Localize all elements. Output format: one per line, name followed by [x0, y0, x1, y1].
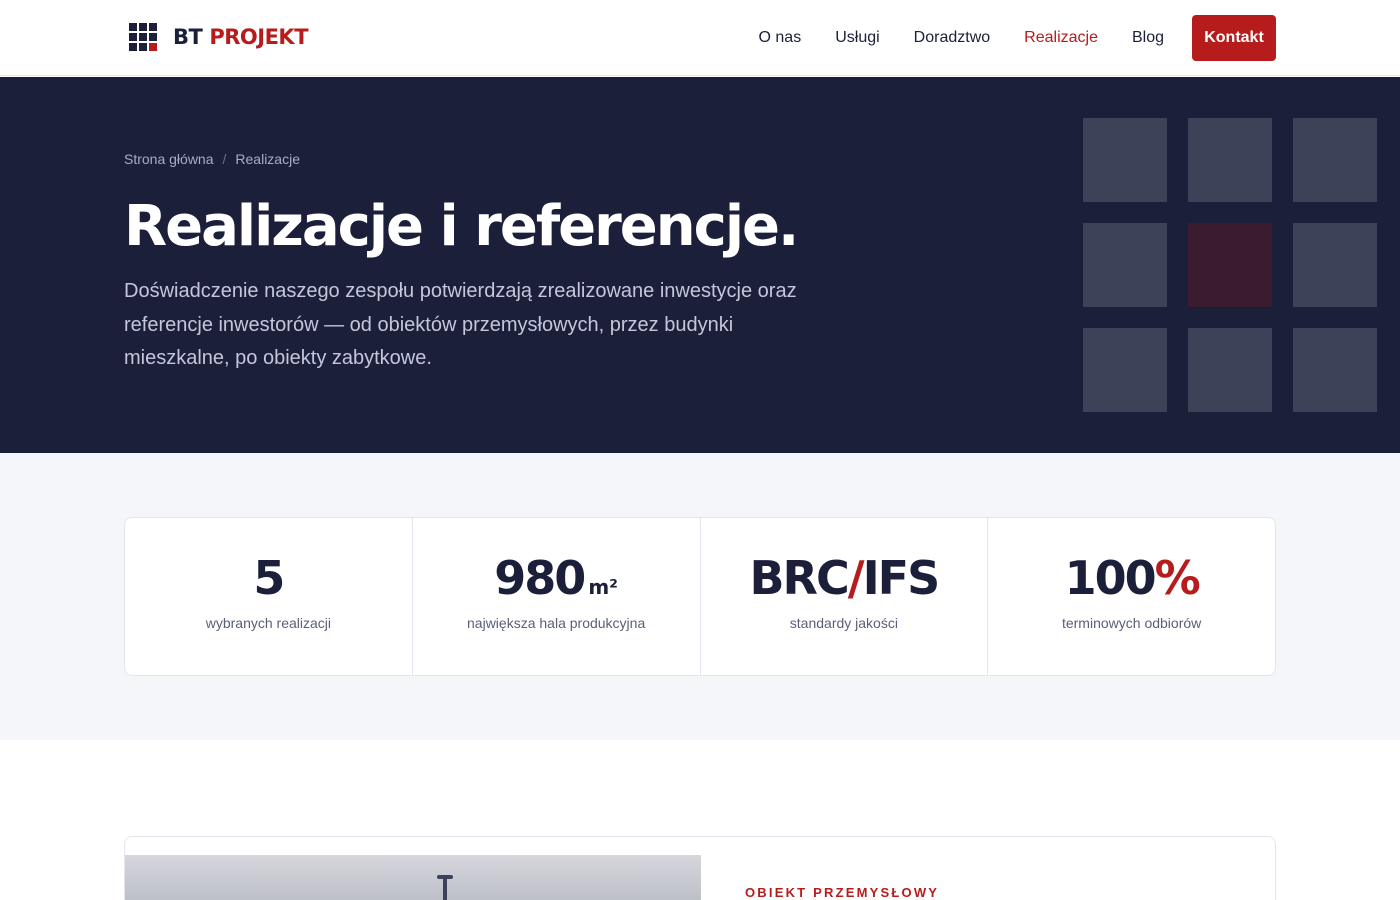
decorative-square: [1293, 328, 1377, 412]
hero-section: Strona główna / Realizacje Realizacje i …: [0, 77, 1400, 453]
main-nav: O nas Usługi Doradztwo Realizacje Blog K…: [759, 15, 1276, 61]
site-header: BT PROJEKT O nas Usługi Doradztwo Realiza…: [0, 0, 1400, 76]
breadcrumb-home-link[interactable]: Strona główna: [124, 151, 214, 167]
decorative-square: [1083, 118, 1167, 202]
stats-panel: 5 wybranych realizacji 980 m² największa …: [124, 517, 1276, 676]
stat-label: standardy jakości: [789, 615, 898, 631]
nav-item-realizacje[interactable]: Realizacje: [1024, 15, 1098, 61]
decorative-square: [1083, 328, 1167, 412]
contact-button[interactable]: Kontakt: [1192, 15, 1276, 61]
nav-item-o-nas[interactable]: O nas: [759, 15, 802, 61]
stat-value: 100%: [1064, 551, 1201, 605]
stat-unit: m²: [588, 575, 618, 599]
stat-item: 980 m² największa hala produkcyjna: [413, 518, 701, 675]
stat-label: terminowych odbiorów: [1061, 615, 1202, 631]
page-description: Doświadczenie naszego zespołu potwierdza…: [124, 280, 797, 369]
decorative-squares: [1083, 118, 1377, 412]
logo-link[interactable]: BT PROJEKT: [129, 23, 309, 51]
stat-item: 5 wybranych realizacji: [125, 518, 413, 675]
page-title: Realizacje i referencje.: [124, 194, 799, 259]
stat-item: BRC/IFS standardy jakości: [701, 518, 989, 675]
stat-label: wybranych realizacji: [205, 615, 332, 631]
breadcrumb-separator: /: [222, 151, 227, 167]
nav-item-blog[interactable]: Blog: [1132, 15, 1164, 61]
decorative-square: [1188, 328, 1272, 412]
nav-item-uslugi[interactable]: Usługi: [835, 15, 879, 61]
decorative-square: [1083, 223, 1167, 307]
breadcrumb-current: Realizacje: [235, 151, 300, 167]
decorative-square-accent: [1188, 223, 1272, 307]
street-lamp-pole: [443, 877, 447, 900]
stat-item: 100% terminowych odbiorów: [988, 518, 1275, 675]
project-category: OBIEKT PRZEMYSŁOWY: [745, 885, 940, 900]
nav-item-doradztwo[interactable]: Doradztwo: [914, 15, 990, 61]
stats-section: 5 wybranych realizacji 980 m² największa …: [0, 453, 1400, 740]
stat-value: BRC/IFS: [749, 551, 941, 605]
decorative-square: [1293, 223, 1377, 307]
decorative-square: [1293, 118, 1377, 202]
decorative-square: [1188, 118, 1272, 202]
stat-value: 980 m²: [494, 551, 618, 605]
project-card[interactable]: OBIEKT PRZEMYSŁOWY: [124, 836, 1276, 900]
logo-text: BT PROJEKT: [173, 25, 309, 49]
stat-value: 5: [253, 551, 285, 605]
breadcrumb: Strona główna / Realizacje: [124, 151, 300, 167]
project-image: [125, 855, 701, 900]
stat-label: największa hala produkcyjna: [467, 615, 646, 631]
grid-logo-icon: [129, 23, 157, 51]
